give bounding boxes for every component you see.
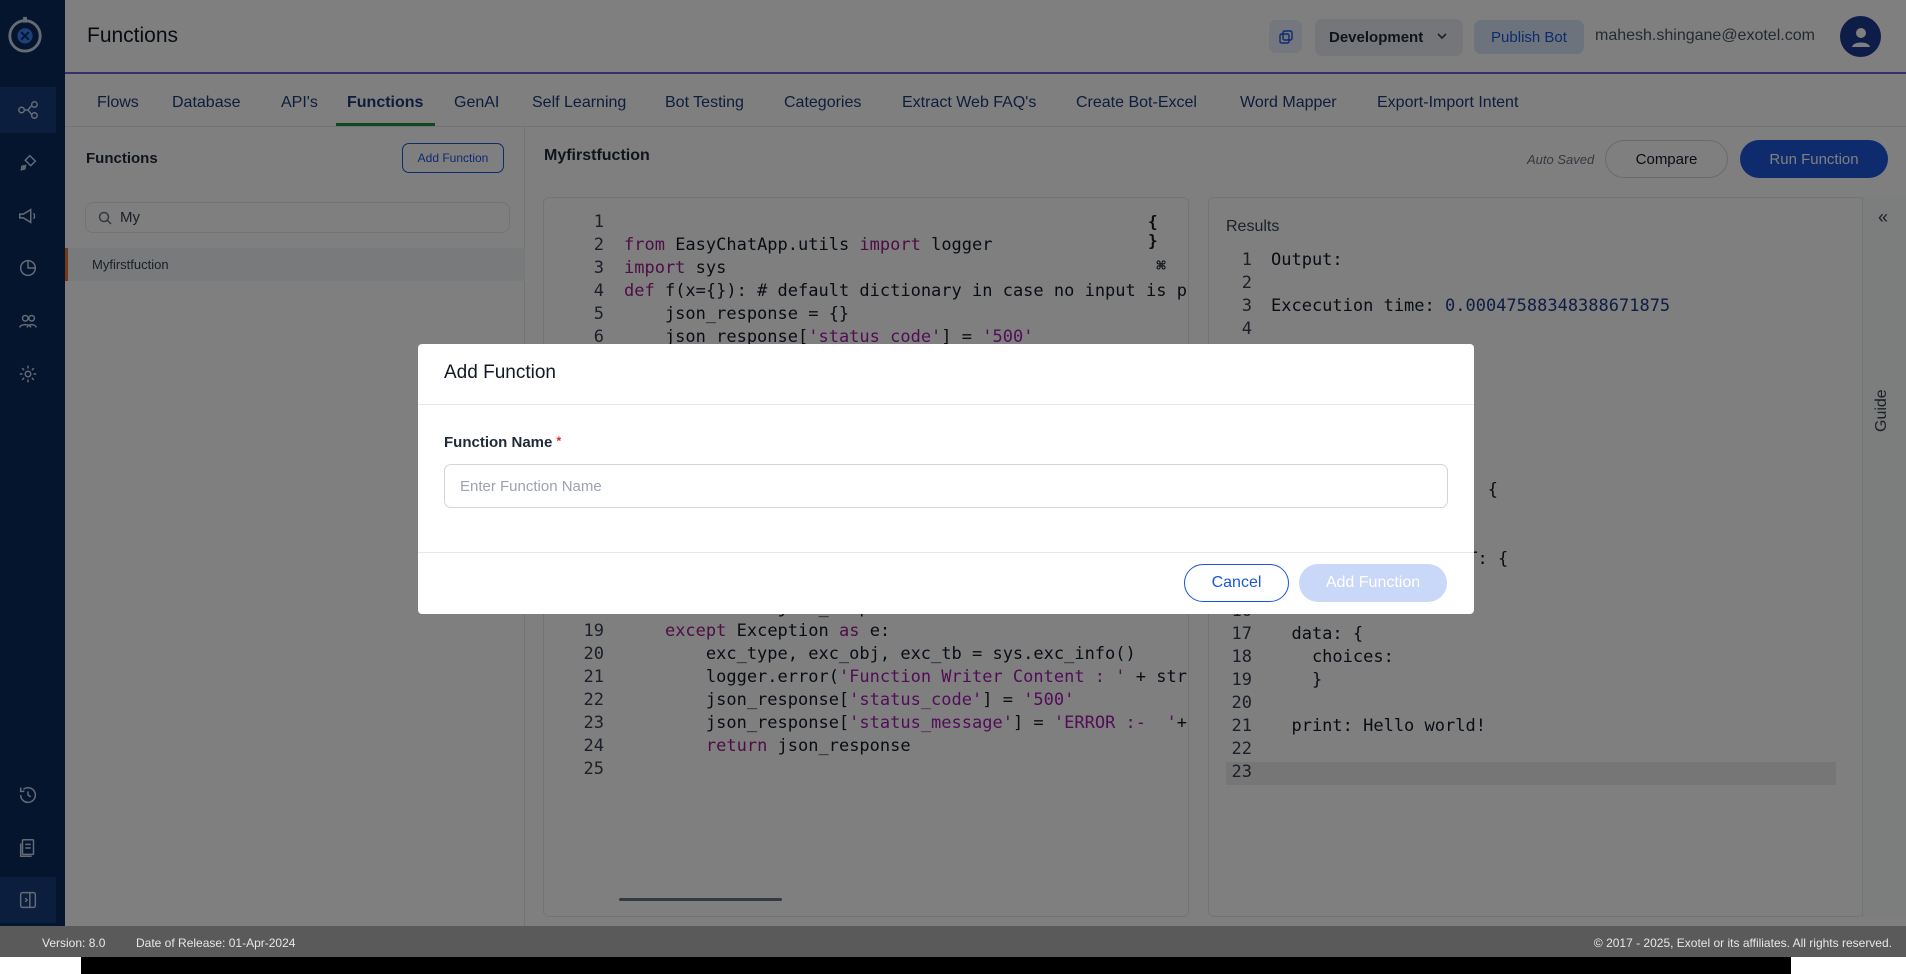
cancel-button[interactable]: Cancel bbox=[1184, 564, 1289, 602]
function-name-label: Function Name * bbox=[444, 434, 561, 451]
add-function-submit-button[interactable]: Add Function bbox=[1299, 564, 1447, 602]
divider bbox=[418, 552, 1474, 553]
dialog-title: Add Function bbox=[444, 362, 556, 383]
required-mark: * bbox=[556, 434, 562, 448]
add-function-dialog: Add Function Function Name * Cancel Add … bbox=[418, 344, 1474, 614]
function-name-field[interactable] bbox=[444, 464, 1448, 508]
version-text: Version: 8.0 bbox=[42, 936, 106, 950]
copyright-text: © 2017 - 2025, Exotel or its affiliates.… bbox=[1593, 936, 1892, 950]
field-label-text: Function Name bbox=[444, 434, 553, 451]
release-date-text: Date of Release: 01-Apr-2024 bbox=[136, 936, 296, 950]
screen-bottom-edge bbox=[0, 957, 1906, 974]
divider bbox=[418, 404, 1474, 405]
footer: Version: 8.0 Date of Release: 01-Apr-202… bbox=[0, 926, 1906, 957]
